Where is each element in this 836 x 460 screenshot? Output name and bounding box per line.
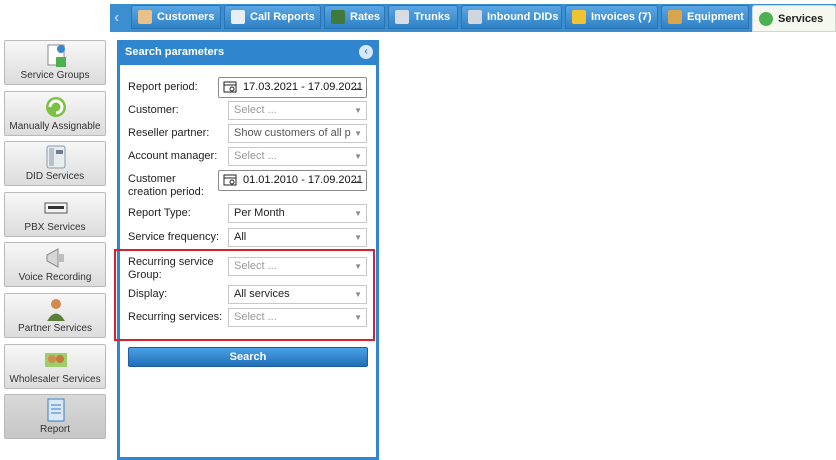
customer-placeholder: Select ... <box>234 104 277 116</box>
report-type-label: Report Type: <box>128 207 191 219</box>
inbound-dids-icon <box>468 10 482 24</box>
customer-creation-period-value: 01.01.2010 - 17.09.2021 <box>243 174 363 186</box>
sidebar-item-manually-assignable[interactable]: Manually Assignable <box>4 90 106 136</box>
reseller-partner-label: Reseller partner: <box>128 127 210 139</box>
report-period-value: 17.03.2021 - 17.09.2021 <box>243 81 363 93</box>
tab-label: Rates <box>350 11 380 23</box>
report-period-picker[interactable]: 17.03.2021 - 17.09.2021 ⌄ <box>218 77 367 98</box>
sidebar: Service Groups Manually Assignable DID S… <box>4 40 108 445</box>
tab-label: Equipment <box>687 11 744 23</box>
sidebar-item-label: DID Services <box>25 171 85 183</box>
sidebar-item-label: Voice Recording <box>18 272 92 284</box>
sidebar-item-wholesaler-services[interactable]: Wholesaler Services <box>4 343 106 389</box>
voice-recording-icon <box>46 248 64 269</box>
customer-label: Customer: <box>128 104 179 116</box>
top-tab-bar: ‹ Customers Call Reports Rates Trunks In… <box>0 0 836 32</box>
sidebar-item-did-services[interactable]: DID Services <box>4 141 106 187</box>
tab-label: Services <box>778 12 824 25</box>
customers-icon <box>138 10 152 24</box>
sidebar-item-label: Manually Assignable <box>9 120 101 132</box>
tab-invoices[interactable]: Invoices (7) <box>565 5 658 29</box>
calendar-icon <box>223 174 237 186</box>
service-groups-icon <box>47 44 66 67</box>
sidebar-item-pbx-services[interactable]: PBX Services <box>4 191 106 237</box>
tab-label: Call Reports <box>250 11 315 23</box>
report-type-select[interactable]: Per Month ▼ <box>228 204 367 223</box>
trunks-icon <box>395 10 409 24</box>
dropdown-arrow-icon: ▼ <box>354 209 362 218</box>
services-icon <box>759 11 773 26</box>
panel-title: Search parameters <box>125 46 225 58</box>
service-frequency-select[interactable]: All ▼ <box>228 228 367 247</box>
customer-creation-period-picker[interactable]: 01.01.2010 - 17.09.2021 ⌄ <box>218 170 367 191</box>
rates-icon <box>331 10 345 24</box>
account-manager-placeholder: Select ... <box>234 150 277 162</box>
tab-call-reports[interactable]: Call Reports <box>224 5 321 29</box>
reseller-partner-select[interactable]: Show customers of all p ▼ <box>228 124 367 143</box>
tab-rates[interactable]: Rates <box>324 5 385 29</box>
tab-trunks[interactable]: Trunks <box>388 5 458 29</box>
sidebar-item-label: Service Groups <box>20 70 90 81</box>
sidebar-item-label: Partner Services <box>18 322 92 334</box>
tab-label: Invoices (7) <box>591 11 652 23</box>
tabs-scroll-left-icon[interactable]: ‹ <box>114 9 126 27</box>
service-frequency-value: All <box>234 231 247 243</box>
manually-assignable-icon <box>46 96 66 117</box>
report-icon <box>47 398 65 422</box>
search-button[interactable]: Search <box>128 347 368 367</box>
invoices-icon <box>572 10 586 24</box>
sidebar-item-label: Report <box>39 424 70 436</box>
customer-creation-period-label: Customer creation period: <box>128 173 204 199</box>
did-services-icon <box>46 145 66 169</box>
tab-label: Customers <box>157 11 215 23</box>
report-period-label: Report period: <box>128 81 198 93</box>
service-frequency-label: Service frequency: <box>128 231 220 243</box>
sidebar-item-voice-recording[interactable]: Voice Recording <box>4 242 106 288</box>
equipment-icon <box>668 10 682 24</box>
tab-label: Inbound DIDs <box>487 11 559 23</box>
pbx-services-icon <box>44 202 68 214</box>
account-manager-label: Account manager: <box>128 150 218 162</box>
label-line-2: creation period: <box>128 186 204 198</box>
reseller-partner-value: Show customers of all p <box>234 127 351 139</box>
wholesaler-services-icon <box>45 352 67 367</box>
label-line-1: Customer <box>128 173 176 185</box>
sidebar-item-report[interactable]: Report <box>4 394 106 440</box>
tab-label: Trunks <box>414 11 451 23</box>
tab-services[interactable]: Services <box>752 5 836 32</box>
account-manager-select[interactable]: Select ... ▼ <box>228 147 367 166</box>
highlight-box <box>114 249 375 341</box>
tab-customers[interactable]: Customers <box>131 5 221 29</box>
dropdown-arrow-icon: ▼ <box>354 106 362 115</box>
dropdown-arrow-icon: ▼ <box>354 129 362 138</box>
collapse-panel-icon[interactable]: ‹ <box>359 45 373 59</box>
dropdown-arrow-icon: ▼ <box>354 152 362 161</box>
dropdown-arrow-icon: ▼ <box>354 233 362 242</box>
sidebar-item-label: PBX Services <box>24 221 86 233</box>
chevron-down-icon: ⌄ <box>352 82 361 93</box>
partner-services-icon <box>47 298 65 321</box>
tab-equipment[interactable]: Equipment <box>661 5 749 29</box>
report-type-value: Per Month <box>234 207 285 219</box>
customer-select[interactable]: Select ... ▼ <box>228 101 367 120</box>
calendar-icon <box>223 81 237 93</box>
sidebar-item-service-groups[interactable]: Service Groups <box>4 40 106 85</box>
chevron-down-icon: ⌄ <box>352 175 361 186</box>
call-reports-icon <box>231 10 245 24</box>
panel-header: Search parameters ‹ <box>117 40 379 65</box>
tab-inbound-dids[interactable]: Inbound DIDs <box>461 5 562 29</box>
sidebar-item-label: Wholesaler Services <box>9 373 101 385</box>
sidebar-item-partner-services[interactable]: Partner Services <box>4 292 106 338</box>
